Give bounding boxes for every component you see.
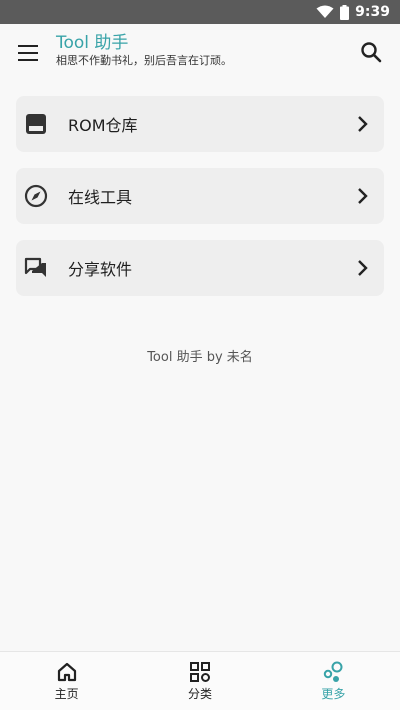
compass-icon <box>24 184 48 208</box>
search-button[interactable] <box>360 41 382 63</box>
status-bar: 9:39 <box>0 0 400 24</box>
bottom-navigation: 主页 分类 更多 <box>0 651 400 710</box>
hamburger-line <box>18 52 38 54</box>
home-icon <box>57 662 76 682</box>
menu-button[interactable] <box>16 42 40 64</box>
menu-item-label: ROM仓库 <box>68 116 138 135</box>
app-titles: Tool 助手 相思不作勤书礼，别后吾言在订顽。 <box>56 32 232 68</box>
app-subtitle: 相思不作勤书礼，别后吾言在订顽。 <box>56 54 232 67</box>
nav-more[interactable]: 更多 <box>267 652 400 710</box>
hamburger-line <box>18 59 38 61</box>
hamburger-icon <box>18 45 38 47</box>
nav-label: 分类 <box>187 687 212 701</box>
chevron-right-icon <box>358 116 368 132</box>
menu-item-online-tools[interactable]: 在线工具 <box>16 168 384 224</box>
nav-home[interactable]: 主页 <box>0 652 133 710</box>
nav-label: 主页 <box>54 687 79 701</box>
status-time: 9:39 <box>355 4 390 20</box>
forum-icon <box>24 257 46 277</box>
wifi-icon <box>316 5 334 18</box>
menu-item-share-software[interactable]: 分享软件 <box>16 240 384 296</box>
menu-item-rom-repository[interactable]: ROM仓库 <box>16 96 384 152</box>
menu-item-label: 在线工具 <box>68 188 133 207</box>
nav-category[interactable]: 分类 <box>133 652 266 710</box>
app-title: Tool 助手 <box>56 33 129 53</box>
credit-text: Tool 助手 by 未名 <box>147 350 253 365</box>
storage-icon <box>26 114 46 134</box>
category-icon <box>189 662 210 682</box>
chevron-right-icon <box>358 260 368 276</box>
app-bar: Tool 助手 相思不作勤书礼，别后吾言在订顽。 <box>0 24 400 82</box>
search-icon <box>361 42 382 63</box>
nav-label: 更多 <box>321 687 346 701</box>
battery-icon <box>340 4 350 20</box>
menu-item-label: 分享软件 <box>68 260 133 279</box>
chevron-right-icon <box>358 188 368 204</box>
more-bubbles-icon <box>324 661 343 682</box>
